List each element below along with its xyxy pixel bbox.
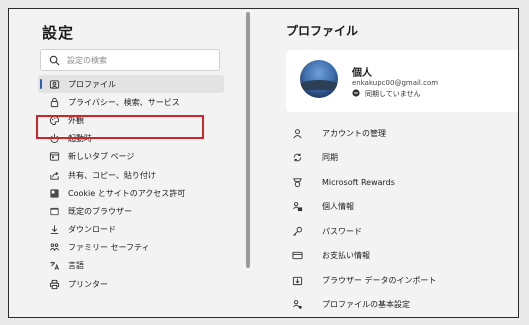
download-icon xyxy=(48,224,60,236)
sidebar-nav: プロファイル プライバシー、検索、サービス 外観 起動時 新しいタブ ページ 共… xyxy=(38,75,224,293)
search-icon xyxy=(49,51,60,70)
sidebar-item-label: プライバシー、検索、サービス xyxy=(68,97,180,107)
appearance-icon xyxy=(48,114,60,126)
sidebar-item-label: Cookie とサイトのアクセス許可 xyxy=(68,188,186,198)
card-icon xyxy=(290,249,304,263)
search-input[interactable] xyxy=(67,55,217,65)
rewards-icon xyxy=(290,175,304,189)
menu-item-import-data[interactable]: ブラウザー データのインポート xyxy=(290,268,515,293)
sidebar-item-languages[interactable]: 言語 xyxy=(38,257,224,275)
sidebar-item-startup[interactable]: 起動時 xyxy=(38,130,224,148)
key-icon xyxy=(290,224,304,238)
profile-settings-icon xyxy=(290,298,304,312)
sidebar-item-privacy[interactable]: プライバシー、検索、サービス xyxy=(38,93,224,111)
menu-item-label: パスワード xyxy=(322,226,362,236)
browser-icon xyxy=(48,205,60,217)
sync-icon xyxy=(290,151,304,165)
sidebar-item-downloads[interactable]: ダウンロード xyxy=(38,221,224,239)
lock-icon xyxy=(48,96,60,108)
sidebar-item-label: ファミリー セーフティ xyxy=(68,243,150,253)
menu-item-label: プロファイルの基本設定 xyxy=(322,300,410,310)
personal-info-icon xyxy=(290,200,304,214)
menu-item-label: お支払い情報 xyxy=(322,251,370,261)
menu-item-label: Microsoft Rewards xyxy=(322,177,395,187)
sidebar-item-label: 言語 xyxy=(68,261,84,271)
menu-item-rewards[interactable]: Microsoft Rewards xyxy=(290,170,515,195)
sidebar-item-profile[interactable]: プロファイル xyxy=(38,75,224,94)
sidebar-item-cookies[interactable]: Cookie とサイトのアクセス許可 xyxy=(38,184,224,202)
new-tab-icon xyxy=(48,151,60,163)
sidebar-item-label: プロファイル xyxy=(68,79,116,89)
printer-icon xyxy=(48,278,60,290)
menu-item-label: 個人情報 xyxy=(322,202,354,212)
family-icon xyxy=(48,242,60,254)
profile-name: 個人 xyxy=(352,68,372,79)
sidebar-scrollbar-thumb[interactable] xyxy=(246,12,250,268)
sidebar-item-label: 既定のブラウザー xyxy=(68,206,132,216)
menu-item-label: 同期 xyxy=(322,153,338,163)
sidebar-item-printers[interactable]: プリンター xyxy=(38,275,224,293)
cookie-icon xyxy=(48,187,60,199)
sidebar-item-share[interactable]: 共有、コピー、貼り付け xyxy=(38,166,224,184)
sidebar-item-label: ダウンロード xyxy=(68,225,116,235)
sync-off-icon xyxy=(352,89,365,99)
sidebar-item-label: 新しいタブ ページ xyxy=(68,152,135,162)
menu-item-passwords[interactable]: パスワード xyxy=(290,219,515,244)
profile-email: enkakupc00@gmail.com xyxy=(352,79,439,87)
profile-menu: アカウントの管理 同期 Microsoft Rewards 個人情報 パスワード… xyxy=(290,121,515,317)
menu-item-label: アカウントの管理 xyxy=(322,128,386,138)
sidebar-item-label: 起動時 xyxy=(68,134,92,144)
avatar[interactable] xyxy=(300,60,338,98)
sync-status-text: 同期していません xyxy=(365,90,421,98)
menu-item-sync[interactable]: 同期 xyxy=(290,146,515,171)
sidebar-item-new-tab[interactable]: 新しいタブ ページ xyxy=(38,148,224,166)
share-icon xyxy=(48,169,60,181)
sync-status: 同期していません xyxy=(352,89,421,99)
sidebar-item-label: 外観 xyxy=(68,115,84,125)
sidebar-item-family-safety[interactable]: ファミリー セーフティ xyxy=(38,239,224,257)
sidebar-item-appearance[interactable]: 外観 xyxy=(38,111,224,129)
settings-title: 設定 xyxy=(42,24,75,42)
settings-search-box[interactable] xyxy=(40,49,220,71)
page-title: プロファイル xyxy=(286,24,359,38)
menu-item-personal-info[interactable]: 個人情報 xyxy=(290,195,515,220)
import-icon xyxy=(290,273,304,287)
sidebar-item-default-browser[interactable]: 既定のブラウザー xyxy=(38,202,224,220)
profile-icon xyxy=(48,78,60,90)
menu-item-profile-preferences[interactable]: プロファイルの基本設定 xyxy=(290,293,515,318)
menu-item-label: ブラウザー データのインポート xyxy=(322,275,437,285)
account-icon xyxy=(290,126,304,140)
menu-item-payment-info[interactable]: お支払い情報 xyxy=(290,244,515,269)
language-icon xyxy=(48,260,60,272)
sidebar-item-label: プリンター xyxy=(68,279,108,289)
power-icon xyxy=(48,133,60,145)
sidebar-item-label: 共有、コピー、貼り付け xyxy=(68,170,156,180)
menu-item-manage-account[interactable]: アカウントの管理 xyxy=(290,121,515,146)
